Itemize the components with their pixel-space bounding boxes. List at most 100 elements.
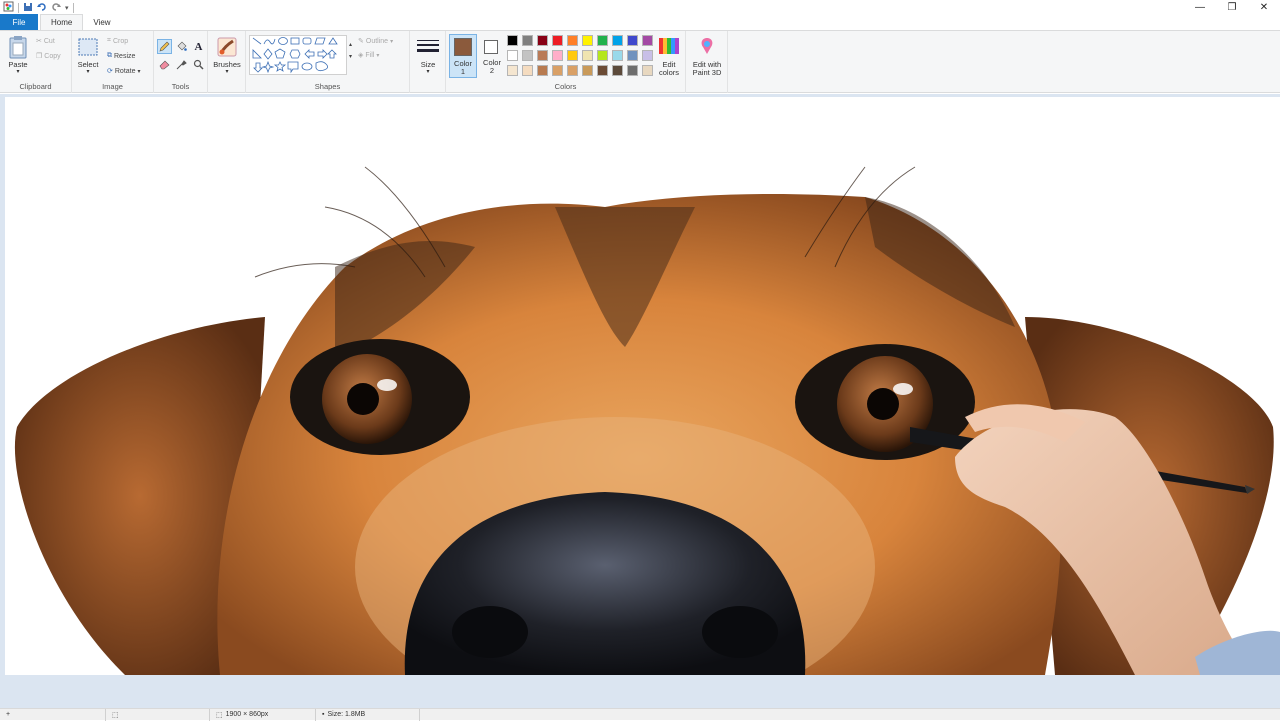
- clipboard-group-label: Clipboard: [19, 82, 52, 91]
- drawing-canvas[interactable]: [5, 97, 1280, 675]
- fill-label: Fill: [365, 51, 375, 59]
- outline-dropdown-icon: ▾: [390, 38, 394, 45]
- clipboard-group: Paste ▾ ✂ Cut ❐ Copy Clipboard: [0, 31, 72, 93]
- tools-group-label: Tools: [171, 82, 190, 91]
- color-picker-icon[interactable]: [174, 57, 189, 72]
- redo-icon[interactable]: [51, 2, 61, 14]
- rotate-dropdown-icon: ▾: [137, 68, 141, 75]
- save-icon[interactable]: [23, 2, 33, 14]
- brush-icon[interactable]: [215, 35, 239, 59]
- palette-swatch[interactable]: [612, 65, 623, 76]
- palette-swatch[interactable]: [552, 65, 563, 76]
- shapes-group: ▴ ▾ ✎ Outline ▾ ◈ Fill ▾ Shapes: [246, 31, 410, 93]
- paint3d-label-2: Paint 3D: [692, 68, 722, 77]
- edit-colors-icon[interactable]: [657, 36, 681, 56]
- paste-icon[interactable]: [6, 35, 30, 59]
- paint-app-icon: [3, 1, 14, 14]
- magnifier-icon[interactable]: [191, 57, 206, 72]
- status-bar: + ⬚ ⬚ 1900 × 860px ▪ Size: 1.8MB: [0, 708, 1280, 721]
- palette-swatch[interactable]: [627, 65, 638, 76]
- paste-dropdown-icon[interactable]: ▾: [4, 68, 32, 76]
- rotate-label: Rotate: [114, 67, 136, 75]
- colors-group-label: Colors: [554, 82, 577, 91]
- select-dropdown-icon[interactable]: ▾: [74, 68, 102, 76]
- palette-swatch[interactable]: [567, 65, 578, 76]
- palette-swatch[interactable]: [597, 65, 608, 76]
- undo-icon[interactable]: [37, 2, 47, 14]
- rotate-button[interactable]: ⟳ Rotate ▾: [107, 67, 141, 76]
- crop-icon: ⌗: [107, 37, 111, 44]
- shapes-scroll-down-icon[interactable]: ▾: [349, 53, 352, 60]
- color2-swatch: [484, 40, 498, 54]
- palette-swatch[interactable]: [507, 65, 518, 76]
- copy-button[interactable]: ❐ Copy: [36, 52, 61, 61]
- size-icon[interactable]: [416, 37, 440, 57]
- ribbon: Paste ▾ ✂ Cut ❐ Copy Clipboard Select ▾ ⌗ C…: [0, 31, 1280, 93]
- tab-view[interactable]: View: [83, 14, 120, 30]
- shapes-scroll-up-icon[interactable]: ▴: [349, 41, 352, 48]
- palette-swatch[interactable]: [567, 35, 578, 46]
- palette-swatch[interactable]: [507, 50, 518, 61]
- fill-button[interactable]: ◈ Fill ▾: [358, 51, 380, 60]
- palette-swatch[interactable]: [507, 35, 518, 46]
- minimize-icon[interactable]: —: [1184, 0, 1216, 15]
- crop-button[interactable]: ⌗ Crop: [107, 37, 128, 45]
- color1-swatch: [454, 38, 472, 56]
- palette-swatch[interactable]: [552, 35, 563, 46]
- canvas-dimensions-cell: ⬚ 1900 × 860px: [210, 708, 316, 721]
- outline-button[interactable]: ✎ Outline ▾: [358, 37, 394, 46]
- paint3d-icon[interactable]: [696, 36, 718, 56]
- canvas-area[interactable]: [0, 94, 1280, 708]
- color1-number: 1: [460, 67, 466, 76]
- selection-icon: ⬚: [112, 711, 119, 719]
- pencil-icon[interactable]: [157, 39, 172, 54]
- palette-swatch[interactable]: [537, 35, 548, 46]
- palette-swatch[interactable]: [597, 35, 608, 46]
- color2-button[interactable]: Color 2: [479, 34, 505, 78]
- palette-swatch[interactable]: [612, 50, 623, 61]
- eraser-icon[interactable]: [157, 57, 172, 72]
- palette-swatch[interactable]: [642, 35, 653, 46]
- color-palette: [507, 35, 657, 79]
- cut-icon: ✂: [36, 38, 42, 45]
- palette-swatch[interactable]: [552, 50, 563, 61]
- close-icon[interactable]: ✕: [1248, 0, 1280, 15]
- customize-qat-icon[interactable]: ▾: [65, 4, 69, 12]
- fill-dropdown-icon: ▾: [376, 52, 380, 59]
- shapes-gallery[interactable]: [249, 35, 347, 75]
- brushes-dropdown-icon[interactable]: ▾: [209, 68, 245, 76]
- size-dropdown-icon[interactable]: ▾: [410, 68, 446, 76]
- tab-home[interactable]: Home: [40, 14, 84, 30]
- palette-swatch[interactable]: [567, 50, 578, 61]
- palette-swatch[interactable]: [582, 35, 593, 46]
- select-icon[interactable]: [77, 36, 99, 58]
- palette-swatch[interactable]: [582, 50, 593, 61]
- dog-face-photo: [14, 166, 1280, 675]
- palette-swatch[interactable]: [537, 50, 548, 61]
- palette-swatch[interactable]: [522, 35, 533, 46]
- text-icon[interactable]: A: [191, 39, 206, 54]
- palette-swatch[interactable]: [522, 65, 533, 76]
- restore-icon[interactable]: ❐: [1216, 0, 1248, 15]
- fill-icon[interactable]: [174, 39, 189, 54]
- quick-access-toolbar: ▾: [0, 1, 74, 14]
- resize-button[interactable]: ⧉ Resize: [107, 52, 135, 60]
- color1-button[interactable]: Color 1: [449, 34, 477, 78]
- resize-label: Resize: [114, 52, 136, 60]
- tab-file[interactable]: File: [0, 14, 38, 30]
- palette-swatch[interactable]: [642, 50, 653, 61]
- resize-icon: ⧉: [107, 52, 112, 59]
- file-size: Size: 1.8MB: [327, 711, 366, 718]
- palette-swatch[interactable]: [642, 65, 653, 76]
- palette-swatch[interactable]: [627, 50, 638, 61]
- palette-swatch[interactable]: [627, 35, 638, 46]
- palette-swatch[interactable]: [582, 65, 593, 76]
- file-size-cell: ▪ Size: 1.8MB: [316, 708, 420, 721]
- palette-swatch[interactable]: [537, 65, 548, 76]
- color2-number: 2: [489, 66, 495, 75]
- ribbon-tabs: File Home View: [0, 14, 1280, 31]
- palette-swatch[interactable]: [597, 50, 608, 61]
- palette-swatch[interactable]: [522, 50, 533, 61]
- cut-button[interactable]: ✂ Cut: [36, 37, 55, 46]
- palette-swatch[interactable]: [612, 35, 623, 46]
